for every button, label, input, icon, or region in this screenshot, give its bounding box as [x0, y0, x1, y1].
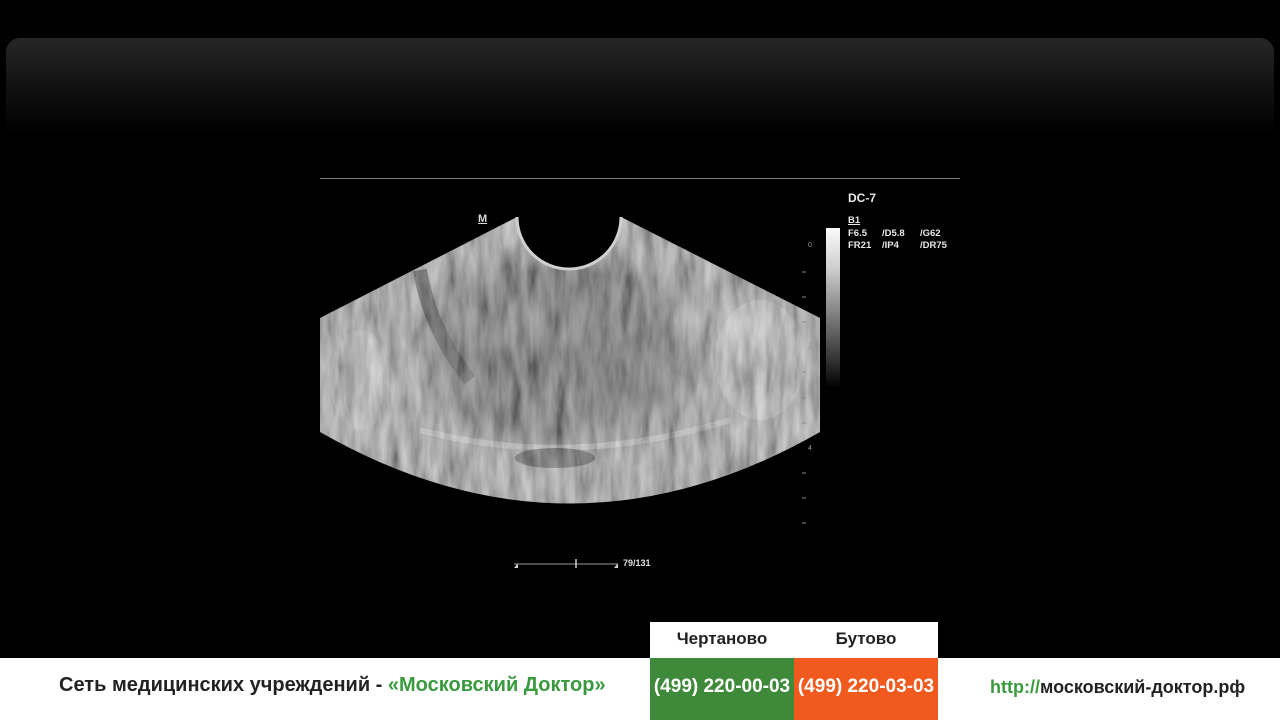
grayscale-bar — [826, 228, 840, 388]
param-gain: /G62 — [920, 227, 941, 239]
params-row-2: FR21/IP4/DR75 — [848, 240, 947, 253]
branch-butovo: Бутово — [794, 622, 938, 658]
ultrasound-image — [320, 216, 820, 568]
param-dynamic-range: /DR75 — [920, 240, 947, 251]
orientation-marker: M — [478, 213, 488, 225]
param-frequency: F6.5 — [848, 227, 868, 239]
url-domain: московский-доктор.рф — [1039, 677, 1246, 697]
network-prefix: Сеть медицинских учреждений - — [59, 674, 388, 696]
param-frame-rate: FR21 — [848, 240, 872, 251]
url-protocol: http:// — [990, 677, 1040, 697]
param-ip: /IP4 — [882, 240, 899, 251]
network-brand: «Московский Доктор» — [387, 674, 606, 696]
network-title: Сеть медицинских учреждений - «Московски… — [59, 674, 606, 697]
probe-label: DC-7 — [848, 191, 877, 205]
ultrasound-scan-area: M 0 2 4 DC-7 B1 F6.5/D5.8/G62 FR21/IP4/D… — [0, 0, 1280, 720]
branch-chertanovo: Чертаново — [650, 622, 794, 658]
depth-label-0: 0 — [808, 242, 812, 249]
depth-label-2: 2 — [808, 343, 812, 350]
phone-chertanovo[interactable]: (499) 220-00-03 — [650, 658, 794, 720]
scan-parameters: B1 F6.5/D5.8/G62 FR21/IP4/DR75 — [848, 215, 947, 253]
depth-label-4: 4 — [808, 445, 812, 452]
mode-label: B1 — [848, 215, 861, 226]
phone-butovo[interactable]: (499) 220-03-03 — [794, 658, 938, 720]
param-depth: /D5.8 — [882, 227, 905, 239]
website-link[interactable]: http://московский-доктор.рф — [990, 677, 1245, 698]
params-row-1: F6.5/D5.8/G62 — [848, 228, 947, 241]
frame-counter: 79/131 — [623, 558, 651, 568]
